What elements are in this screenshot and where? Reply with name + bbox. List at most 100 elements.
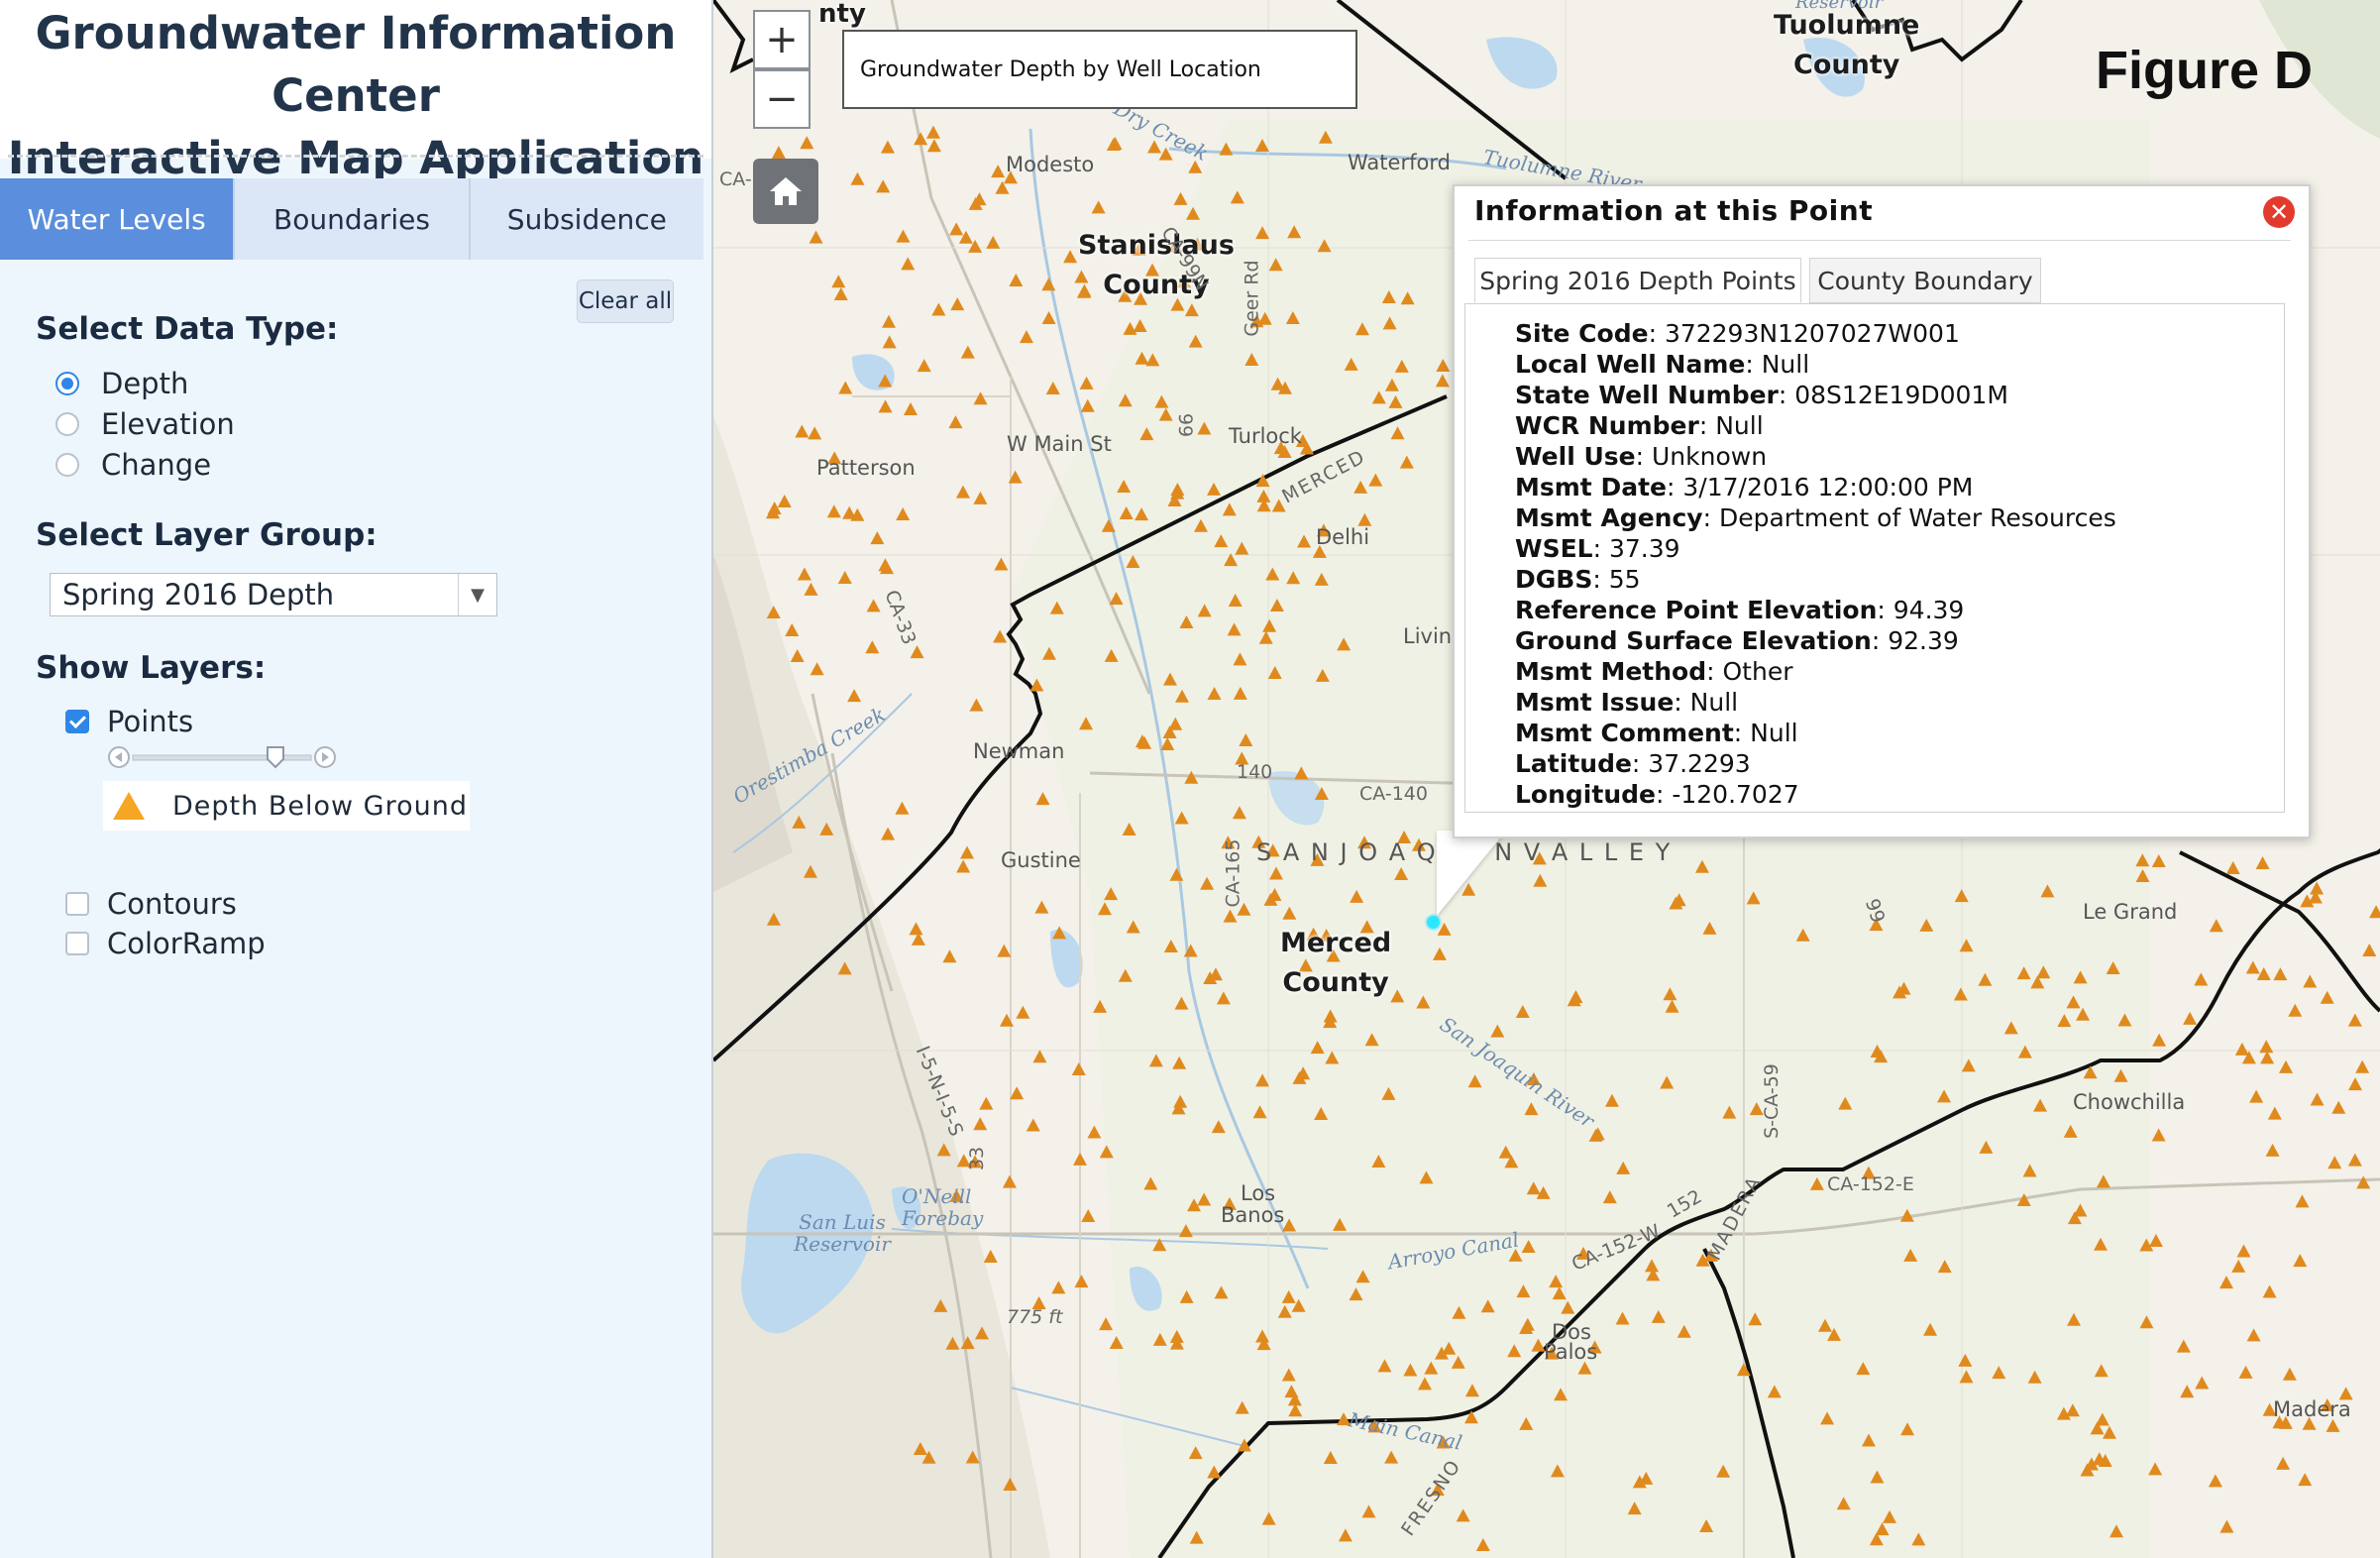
elevation-label: 775 ft [1007, 1306, 1063, 1328]
well-point-marker [1400, 291, 1415, 305]
well-point-marker [1072, 1152, 1087, 1166]
well-point-marker [1820, 1411, 1835, 1425]
contours-layer-toggle[interactable]: Contours [65, 884, 237, 924]
road-label: S-CA-59 [1760, 1063, 1783, 1139]
well-point-marker [994, 557, 1009, 571]
attribute-value: Null [1689, 688, 1739, 717]
well-point-marker [2135, 869, 2150, 883]
road-label: CA-140 [1359, 783, 1428, 805]
road-label: 33 [966, 1146, 989, 1171]
attribute-key: Msmt Method [1515, 657, 1707, 686]
attribute-row: Msmt Method: Other [1515, 657, 1793, 686]
well-point-marker [1475, 1537, 1490, 1551]
popup-title: Information at this Point [1474, 194, 1874, 227]
well-point-marker [800, 136, 814, 150]
well-point-marker [1337, 637, 1352, 651]
points-layer-toggle[interactable]: Points [65, 702, 193, 741]
well-point-marker [956, 859, 971, 873]
well-point-marker [1424, 1361, 1439, 1375]
attribute-value: Other [1722, 657, 1793, 686]
well-point-marker [1162, 672, 1177, 686]
well-point-marker [1228, 594, 1243, 608]
well-point-marker [1019, 330, 1033, 344]
app-header: Groundwater Information Center Interacti… [0, 0, 711, 184]
well-point-marker [1281, 1368, 1296, 1382]
well-point-marker [1233, 686, 1247, 700]
well-point-marker [1045, 382, 1060, 395]
well-point-marker [1071, 1062, 1086, 1076]
well-point-marker [1126, 920, 1140, 934]
well-point-marker [913, 1442, 927, 1456]
well-point-marker [2063, 1124, 2078, 1138]
zoom-in-button[interactable]: + [753, 10, 811, 69]
well-point-marker [942, 949, 957, 963]
well-point-marker [1314, 787, 1329, 801]
contours-checkbox[interactable] [65, 892, 89, 916]
radio-change[interactable] [55, 453, 79, 477]
tab-boundaries[interactable]: Boundaries [235, 178, 471, 260]
colorramp-checkbox[interactable] [65, 932, 89, 955]
well-point-marker [1384, 1450, 1399, 1464]
radio-option-change[interactable]: Change [55, 446, 211, 484]
header-divider [8, 155, 703, 158]
opacity-slider[interactable] [107, 745, 337, 769]
popup-tab-county-boundary[interactable]: County Boundary [1809, 258, 2041, 303]
well-point-marker [1627, 1502, 1642, 1515]
points-checkbox[interactable] [65, 710, 89, 733]
county-label-merced: Merced County [1280, 924, 1391, 1003]
well-point-marker [1265, 567, 1280, 581]
well-point-marker [2017, 1045, 2032, 1058]
radio-elevation[interactable] [55, 412, 79, 436]
well-point-marker [960, 345, 975, 359]
well-point-marker [1261, 1511, 1276, 1525]
place-label: Modesto [1006, 153, 1095, 176]
zoom-out-button[interactable]: − [753, 69, 811, 129]
well-point-marker [882, 335, 897, 349]
layer-group-select[interactable]: Spring 2016 Depth ▼ [50, 573, 497, 616]
well-point-marker [847, 689, 862, 703]
layer-group-selected-value: Spring 2016 Depth [62, 578, 335, 612]
well-point-marker [2225, 861, 2240, 875]
well-point-marker [1133, 318, 1147, 332]
well-point-marker [1923, 1322, 1938, 1336]
radio-option-depth[interactable]: Depth [55, 365, 188, 402]
chevron-down-icon[interactable]: ▼ [458, 574, 496, 615]
popup-tab-depth-points[interactable]: Spring 2016 Depth Points [1474, 258, 1801, 303]
radio-option-elevation[interactable]: Elevation [55, 405, 235, 443]
well-point-marker [950, 297, 965, 311]
well-point-marker [2183, 1011, 2198, 1025]
well-point-marker [2303, 974, 2318, 988]
well-point-marker [1296, 1066, 1311, 1080]
attribute-key: Longitude [1515, 780, 1656, 809]
well-point-marker [826, 504, 841, 518]
home-button[interactable] [753, 159, 818, 224]
well-point-marker [1521, 1240, 1536, 1254]
well-point-marker [2106, 960, 2120, 974]
well-point-marker [1371, 1154, 1386, 1168]
well-point-marker [2273, 967, 2288, 981]
well-point-marker [1186, 206, 1201, 220]
well-point-marker [1856, 1362, 1871, 1376]
well-point-marker [1452, 1305, 1466, 1319]
tab-subsidence[interactable]: Subsidence [470, 178, 703, 260]
tab-water-levels[interactable]: Water Levels [0, 178, 236, 260]
close-icon[interactable]: ✕ [2263, 196, 2295, 228]
well-point-marker [1172, 1056, 1187, 1069]
well-point-marker [1080, 398, 1095, 412]
radio-depth[interactable] [55, 372, 79, 395]
well-point-marker [1490, 1024, 1505, 1038]
selected-well-point[interactable] [1427, 916, 1440, 929]
clear-all-button[interactable]: Clear all [577, 279, 674, 323]
well-point-marker [1899, 1208, 1914, 1222]
well-point-marker [2298, 1473, 2313, 1487]
well-point-marker [1152, 1332, 1167, 1346]
well-point-marker [1268, 258, 1283, 272]
well-point-marker [2093, 1237, 2108, 1251]
well-point-marker [1716, 1464, 1731, 1478]
colorramp-layer-toggle[interactable]: ColorRamp [65, 924, 266, 963]
attribute-key: Latitude [1515, 749, 1632, 778]
place-label: Banos [1221, 1203, 1285, 1227]
well-point-marker [1602, 1190, 1617, 1204]
well-point-marker [1432, 946, 1447, 960]
well-point-marker [831, 275, 846, 288]
